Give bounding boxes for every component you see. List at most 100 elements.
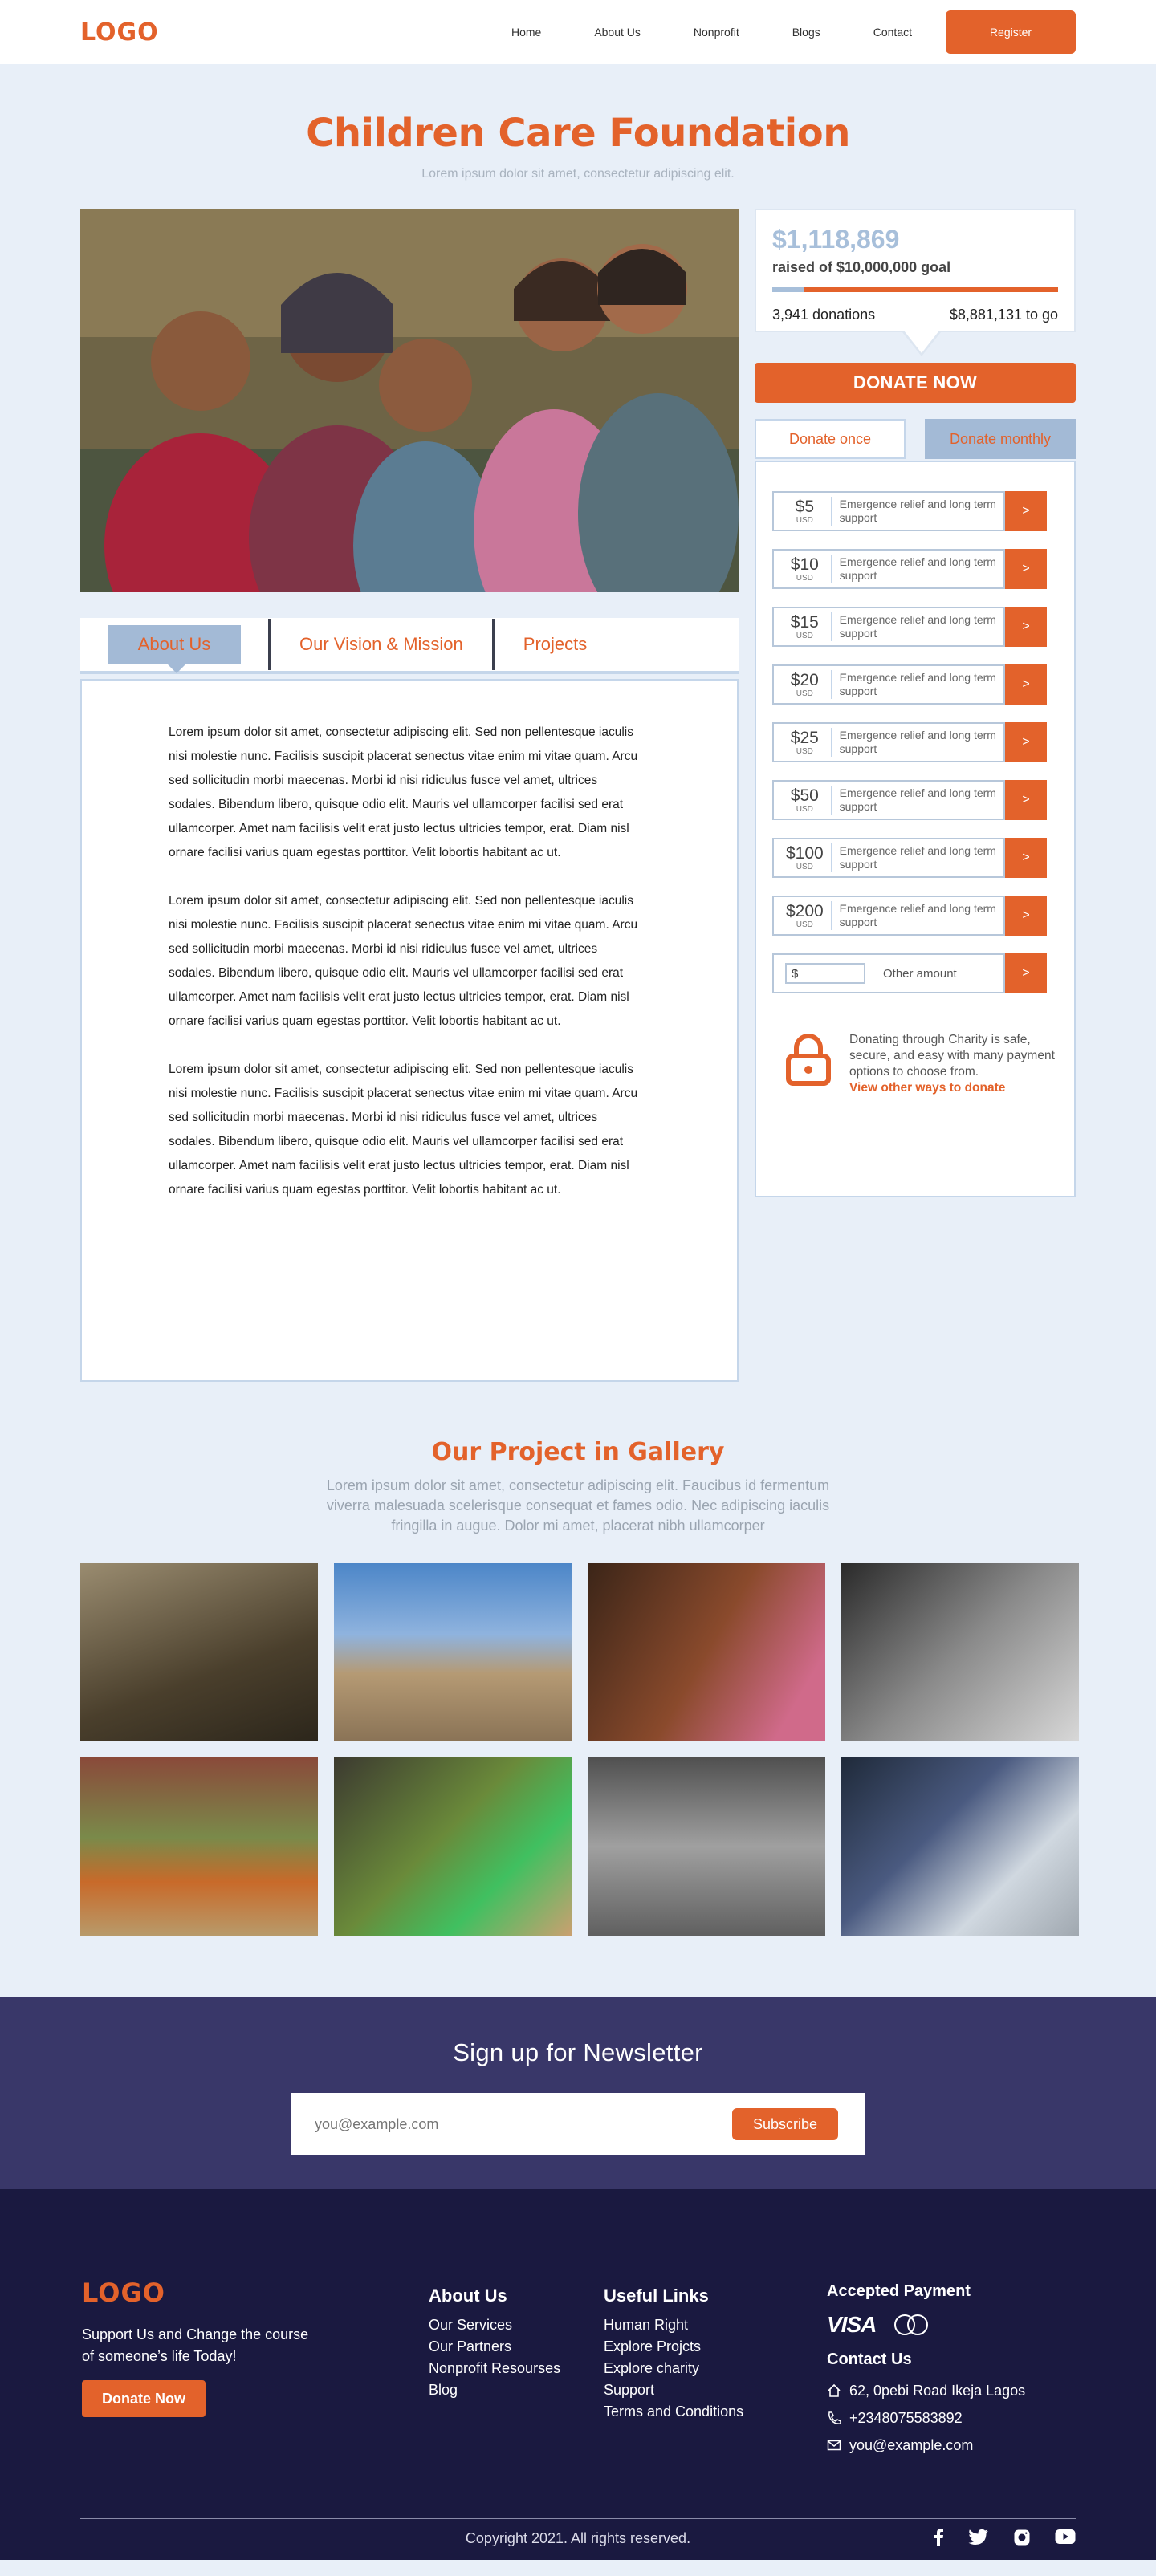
- footer-bottom-bar: Copyright 2021. All rights reserved.: [80, 2518, 1076, 2547]
- footer-link-blog[interactable]: Blog: [429, 2379, 604, 2401]
- copyright: Copyright 2021. All rights reserved.: [465, 2530, 691, 2546]
- footer-link-human-right[interactable]: Human Right: [604, 2314, 827, 2336]
- footer-link-support[interactable]: Support: [604, 2379, 827, 2401]
- progress-fill: [772, 287, 804, 292]
- logo[interactable]: LOGO: [80, 18, 159, 47]
- tab-vision-mission[interactable]: Our Vision & Mission: [271, 625, 492, 664]
- newsletter-section: Sign up for Newsletter Subscribe: [0, 1997, 1156, 2189]
- donate-now-button[interactable]: DONATE NOW: [755, 363, 1076, 403]
- donation-amount: $200: [785, 901, 824, 920]
- donation-amount: $50: [790, 786, 819, 805]
- tab-projects[interactable]: Projects: [495, 625, 616, 664]
- donation-amount: $15: [790, 612, 819, 632]
- gallery-image-classroom[interactable]: [80, 1563, 318, 1741]
- children-photo-illustration: [80, 209, 739, 592]
- youtube-icon[interactable]: [1055, 2529, 1076, 2545]
- footer-link-resources[interactable]: Nonprofit Resourses: [429, 2358, 604, 2379]
- secure-notice: Donating through Charity is safe, secure…: [772, 1032, 1058, 1096]
- donation-description: Emergence relief and long term support: [839, 786, 996, 813]
- gallery-image-hospital[interactable]: [841, 1757, 1079, 1936]
- gallery-title: Our Project in Gallery: [431, 1438, 725, 1466]
- donation-option[interactable]: $200 USD Emergence relief and long term su…: [772, 896, 1005, 936]
- about-content: Lorem ipsum dolor sit amet, consectetur …: [80, 679, 739, 1382]
- other-amount-row: Other amount >: [772, 953, 1058, 993]
- donation-go-button[interactable]: >: [1005, 664, 1047, 705]
- footer-logo[interactable]: LOGO: [82, 2277, 347, 2308]
- footer-email[interactable]: you@example.com: [849, 2432, 973, 2459]
- site-footer: LOGO Support Us and Change the course of…: [0, 2189, 1156, 2560]
- newsletter-email-input[interactable]: [315, 2115, 732, 2133]
- site-header: LOGO Home About Us Nonprofit Blogs Conta…: [0, 0, 1156, 64]
- nav-about-us[interactable]: About Us: [594, 26, 641, 39]
- donation-description: Emergence relief and long term support: [839, 555, 996, 582]
- donation-option-row: $20 USD Emergence relief and long term sup…: [772, 664, 1058, 705]
- donation-go-button[interactable]: >: [1005, 722, 1047, 762]
- donation-option[interactable]: $100 USD Emergence relief and long term su…: [772, 838, 1005, 878]
- raised-goal: raised of $10,000,000 goal: [772, 259, 951, 275]
- subscribe-button[interactable]: Subscribe: [732, 2108, 838, 2140]
- donation-frequency-tabs: Donate once Donate monthly: [755, 419, 1076, 459]
- main-nav: Home About Us Nonprofit Blogs Contact: [458, 26, 912, 39]
- raised-amount: $1,118,869: [772, 225, 900, 254]
- donation-amount: $10: [790, 555, 819, 574]
- donation-option[interactable]: $25 USD Emergence relief and long term sup…: [772, 722, 1005, 762]
- donation-go-button[interactable]: >: [1005, 780, 1047, 820]
- other-ways-link[interactable]: View other ways to donate: [849, 1081, 1005, 1095]
- newsletter-title: Sign up for Newsletter: [453, 2038, 703, 2066]
- instagram-icon[interactable]: [1013, 2529, 1031, 2546]
- gallery-image-bw-boys[interactable]: [841, 1563, 1079, 1741]
- gallery-subtitle: Lorem ipsum dolor sit amet, consectetur …: [326, 1477, 830, 1534]
- donation-option[interactable]: $20 USD Emergence relief and long term sup…: [772, 664, 1005, 705]
- tab-donate-monthly[interactable]: Donate monthly: [925, 419, 1076, 459]
- hero-image-children: [80, 209, 739, 592]
- footer-about: About Us Our Services Our Partners Nonpr…: [429, 2285, 604, 2459]
- about-paragraph: Lorem ipsum dolor sit amet, consectetur …: [169, 1062, 638, 1197]
- other-amount-go-button[interactable]: >: [1005, 953, 1047, 993]
- footer-link-partners[interactable]: Our Partners: [429, 2336, 604, 2358]
- donation-option-row: $25 USD Emergence relief and long term sup…: [772, 722, 1058, 762]
- about-paragraph: Lorem ipsum dolor sit amet, consectetur …: [169, 894, 638, 1028]
- donation-currency: USD: [796, 804, 813, 814]
- donation-option[interactable]: $50 USD Emergence relief and long term sup…: [772, 780, 1005, 820]
- footer-link-terms[interactable]: Terms and Conditions: [604, 2401, 827, 2423]
- donation-go-button[interactable]: >: [1005, 607, 1047, 647]
- gallery-image-children-eating[interactable]: [588, 1563, 825, 1741]
- footer-phone[interactable]: +2348075583892: [849, 2404, 963, 2432]
- twitter-icon[interactable]: [968, 2529, 989, 2546]
- donation-option[interactable]: $10 USD Emergence relief and long term sup…: [772, 549, 1005, 589]
- donation-option[interactable]: $15 USD Emergence relief and long term sup…: [772, 607, 1005, 647]
- nav-home[interactable]: Home: [511, 26, 541, 39]
- other-amount-input[interactable]: [785, 963, 865, 984]
- donation-go-button[interactable]: >: [1005, 896, 1047, 936]
- gallery-image-boy-waving[interactable]: [334, 1563, 572, 1741]
- nav-contact[interactable]: Contact: [873, 26, 912, 39]
- donation-description: Emergence relief and long term support: [839, 902, 996, 928]
- donation-currency: USD: [796, 862, 813, 872]
- footer-link-services[interactable]: Our Services: [429, 2314, 604, 2336]
- facebook-icon[interactable]: [933, 2529, 944, 2546]
- nav-nonprofit[interactable]: Nonprofit: [694, 26, 739, 39]
- donation-go-button[interactable]: >: [1005, 838, 1047, 878]
- donation-amount: $25: [790, 728, 819, 747]
- donation-currency: USD: [796, 515, 813, 525]
- donation-go-button[interactable]: >: [1005, 491, 1047, 531]
- footer-payment-contact: Accepted Payment VISA Contact Us 62, 0pe…: [827, 2282, 1025, 2459]
- donation-option-row: $100 USD Emergence relief and long term su…: [772, 838, 1058, 878]
- tab-donate-once[interactable]: Donate once: [755, 419, 906, 459]
- gallery-image-child-writing[interactable]: [80, 1757, 318, 1936]
- donation-go-button[interactable]: >: [1005, 549, 1047, 589]
- page-subtitle: Lorem ipsum dolor sit amet, consectetur …: [421, 167, 735, 181]
- nav-blogs[interactable]: Blogs: [792, 26, 820, 39]
- footer-link-explore-projects[interactable]: Explore Projcts: [604, 2336, 827, 2358]
- register-button[interactable]: Register: [946, 10, 1076, 54]
- footer-link-explore-charity[interactable]: Explore charity: [604, 2358, 827, 2379]
- gallery-image-bw-group[interactable]: [588, 1757, 825, 1936]
- gallery-image-balloons[interactable]: [334, 1757, 572, 1936]
- donation-currency: USD: [796, 631, 813, 640]
- footer-donate-button[interactable]: Donate Now: [82, 2380, 206, 2417]
- donation-option[interactable]: $5 USD Emergence relief and long term supp…: [772, 491, 1005, 531]
- tab-about-us[interactable]: About Us: [108, 625, 241, 673]
- donations-count: 3,941 donations: [772, 307, 876, 323]
- left-column: About Us Our Vision & Mission Projects L…: [80, 209, 739, 1382]
- donation-amount: $20: [790, 670, 819, 689]
